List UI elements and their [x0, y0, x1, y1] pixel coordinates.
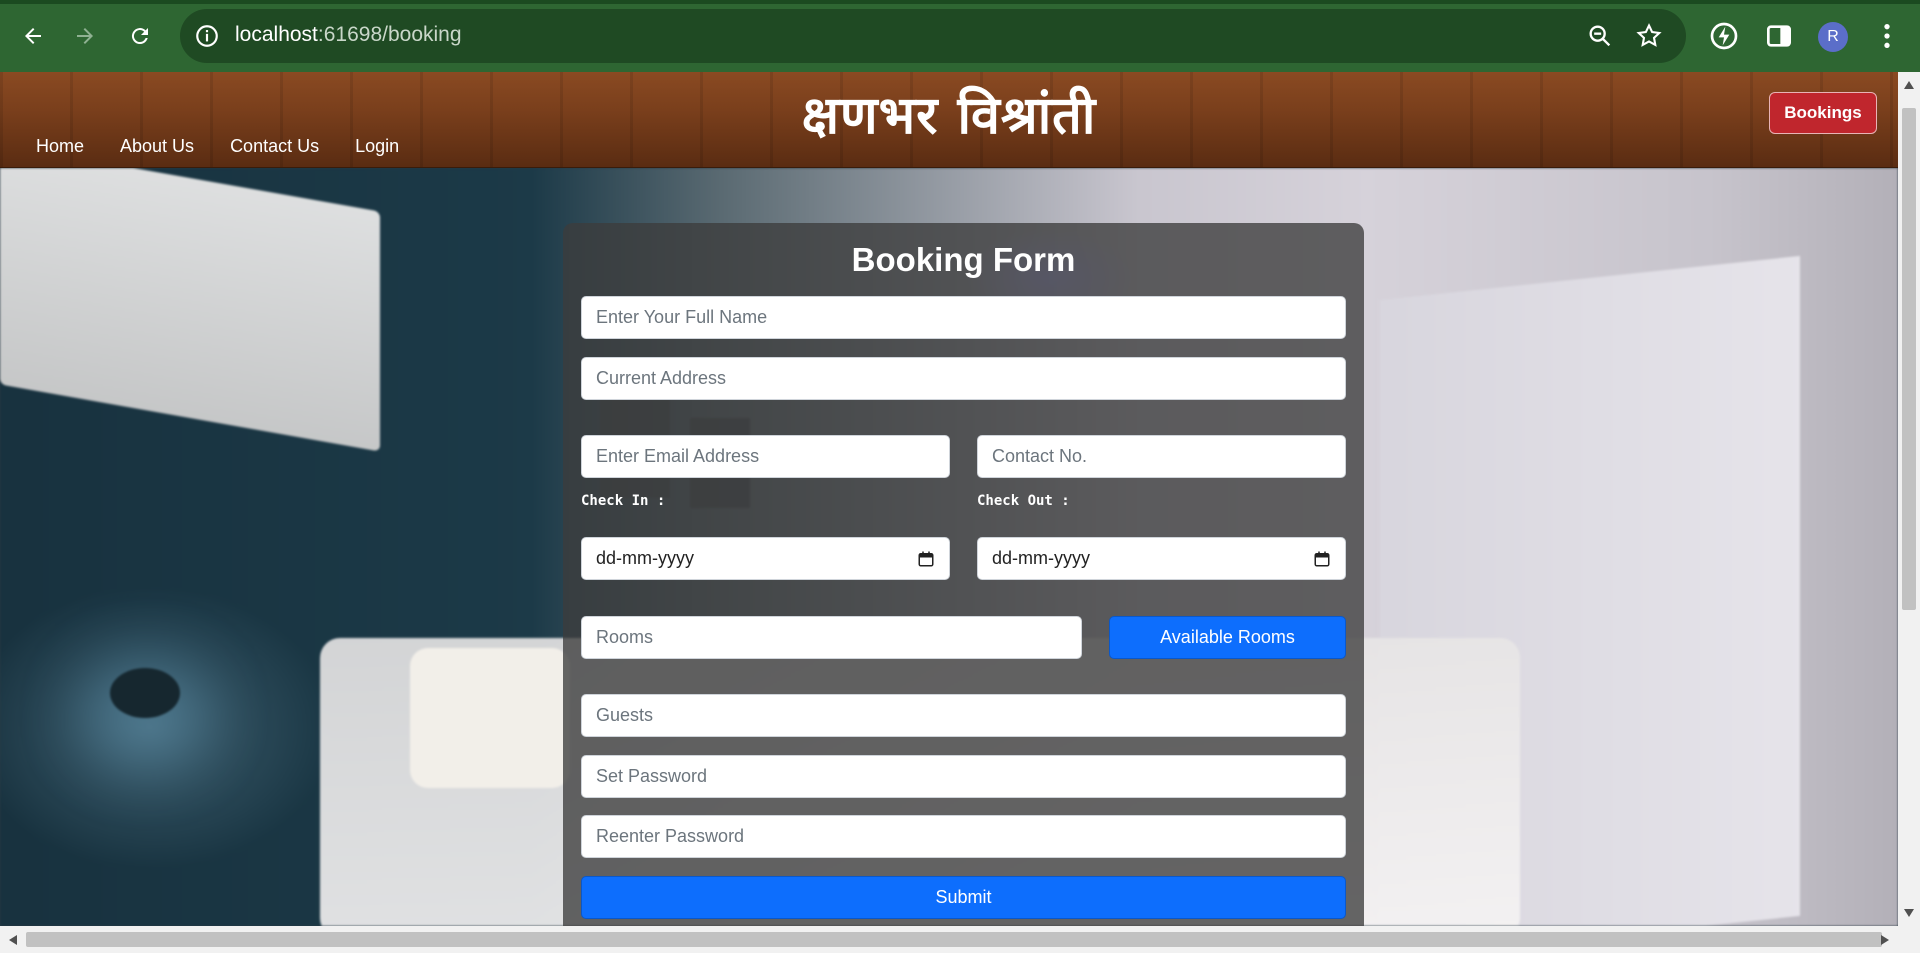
check-out-date-input[interactable]: dd-mm-yyyy [977, 537, 1346, 580]
site-info-icon[interactable] [194, 23, 220, 49]
check-in-date-input[interactable]: dd-mm-yyyy [581, 537, 950, 580]
page-viewport: क्षणभर विश्रांती Home About Us Contact U… [0, 72, 1898, 926]
booking-form-card: Booking Form Enter Your Full Name Curren… [563, 223, 1364, 926]
browser-toolbar: localhost:61698/booking R [0, 0, 1920, 72]
scroll-right-arrow-icon[interactable] [1880, 934, 1890, 946]
address-bar[interactable]: localhost:61698/booking [180, 9, 1686, 63]
check-in-label: Check In : [581, 493, 666, 509]
reenter-password-input[interactable]: Reenter Password [581, 815, 1346, 858]
url-path: :61698/booking [317, 23, 462, 46]
check-in-value: dd-mm-yyyy [596, 548, 694, 568]
url-host: localhost [235, 23, 318, 46]
side-panel-icon[interactable] [1763, 20, 1795, 52]
check-out-value: dd-mm-yyyy [992, 548, 1090, 568]
address-input[interactable]: Current Address [581, 357, 1346, 400]
submit-button[interactable]: Submit [581, 876, 1346, 919]
rooms-input[interactable]: Rooms [581, 616, 1082, 659]
reload-icon[interactable] [122, 18, 158, 54]
nav-about-us[interactable]: About Us [120, 136, 194, 157]
calendar-icon[interactable] [917, 550, 935, 568]
browser-top-strip [0, 0, 1920, 4]
form-title: Booking Form [851, 241, 1076, 278]
zoom-icon[interactable] [1586, 22, 1614, 50]
air-conditioner-decor [0, 168, 380, 452]
scroll-left-arrow-icon[interactable] [8, 934, 18, 946]
lamp-decor [110, 668, 180, 718]
bookmark-star-icon[interactable] [1635, 22, 1663, 50]
site-header: क्षणभर विश्रांती Home About Us Contact U… [0, 72, 1898, 168]
contact-input[interactable]: Contact No. [977, 435, 1346, 478]
profile-avatar[interactable]: R [1818, 22, 1848, 52]
calendar-icon[interactable] [1313, 550, 1331, 568]
guests-input[interactable]: Guests [581, 694, 1346, 737]
main-nav: Home About Us Contact Us Login [36, 136, 399, 157]
horizontal-scrollbar[interactable] [0, 926, 1920, 953]
nav-contact-us[interactable]: Contact Us [230, 136, 319, 157]
check-out-label: Check Out : [977, 493, 1070, 509]
full-name-input[interactable]: Enter Your Full Name [581, 296, 1346, 339]
set-password-input[interactable]: Set Password [581, 755, 1346, 798]
menu-kebab-icon[interactable] [1871, 20, 1903, 52]
extension-icon[interactable] [1708, 20, 1740, 52]
horizontal-scroll-thumb[interactable] [26, 932, 1882, 947]
nav-login[interactable]: Login [355, 136, 399, 157]
url-text[interactable]: localhost:61698/booking [235, 23, 462, 47]
scroll-up-arrow-icon[interactable] [1903, 80, 1915, 90]
vertical-scrollbar[interactable] [1898, 72, 1920, 926]
bookings-button[interactable]: Bookings [1769, 92, 1877, 134]
forward-icon[interactable] [67, 18, 103, 54]
scroll-down-arrow-icon[interactable] [1903, 908, 1915, 918]
vertical-scroll-thumb[interactable] [1902, 108, 1916, 610]
pillow-decor [410, 648, 570, 788]
email-input[interactable]: Enter Email Address [581, 435, 950, 478]
back-icon[interactable] [15, 18, 51, 54]
nav-home[interactable]: Home [36, 136, 84, 157]
available-rooms-button[interactable]: Available Rooms [1109, 616, 1346, 659]
